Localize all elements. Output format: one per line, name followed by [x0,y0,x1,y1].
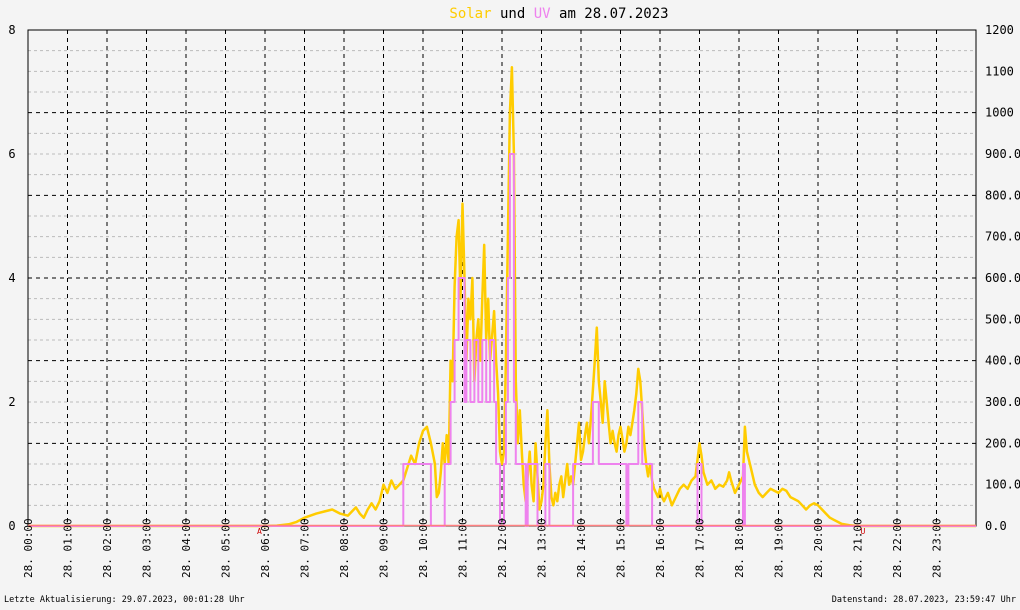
title-rest: am 28.07.2023 [559,6,669,22]
y-left-tick-label: 4 [8,271,15,285]
chart-title: Solar und UV am 28.07.2023 [449,6,668,22]
y-right-tick-label: 600.0 [985,271,1020,285]
y-left-tick-label: 2 [8,395,15,409]
x-tick-label: 28. 07:00 [299,518,312,578]
footer-right: Datenstand: 28.07.2023, 23:59:47 Uhr [832,595,1016,605]
x-tick-label: 28. 01:00 [62,518,75,578]
x-tick-label: 28. 15:00 [615,518,628,578]
x-tick-label: 28. 18:00 [733,518,746,578]
y-left-tick-label: 8 [8,23,15,37]
x-tick-label: 28. 20:00 [812,518,825,578]
y-right-tick-label: 1100 [985,64,1014,78]
x-tick-label: 28. 17:00 [694,518,707,578]
y-right-tick-label: 1200 [985,23,1014,37]
solar-uv-chart: Solar und UV am 28.07.2023 0 2 4 6 8 0.0 100.0… [0,0,1020,606]
x-tick-label: 28. 04:00 [180,518,193,578]
sunset-marker: U [861,527,866,536]
title-uv: UV [534,6,551,22]
x-tick-label: 28. 12:00 [496,518,509,578]
y-right-tick-label: 400.0 [985,354,1020,368]
sunrise-marker: A [257,527,262,536]
x-tick-label: 28. 03:00 [141,518,154,578]
footer-left: Letzte Aktualisierung: 29.07.2023, 00:01… [4,595,245,605]
title-und: und [500,6,525,22]
x-tick-label: 28. 00:00 [22,518,35,578]
x-tick-label: 28. 08:00 [338,518,351,578]
x-tick-label: 28. 22:00 [891,518,904,578]
title-solar: Solar [449,6,491,22]
x-tick-label: 28. 11:00 [457,518,470,578]
y-right-tick-label: 500.0 [985,312,1020,326]
x-tick-label: 28. 09:00 [378,518,391,578]
y-right-tick-label: 100.0 [985,478,1020,492]
y-right-tick-label: 300.0 [985,395,1020,409]
y-right-tick-label: 0.0 [985,519,1007,533]
x-tick-label: 28. 02:00 [101,518,114,578]
x-tick-label: 28. 13:00 [536,518,549,578]
x-tick-label: 28. 14:00 [575,518,588,578]
y-left-tick-label: 6 [8,147,15,161]
x-tick-label: 28. 19:00 [773,518,786,578]
x-tick-label: 28. 10:00 [417,518,430,578]
x-tick-label: 28. 05:00 [220,518,233,578]
x-tick-label: 28. 23:00 [931,518,944,578]
y-right-tick-label: 800.0 [985,188,1020,202]
chart-container: Solar und UV am 28.07.2023 0 2 4 6 8 0.0 100.0… [0,0,1020,606]
y-right-tick-label: 900.0 [985,147,1020,161]
y-right-tick-label: 200.0 [985,436,1020,450]
y-right-tick-label: 1000 [985,106,1014,120]
y-right-tick-label: 700.0 [985,230,1020,244]
y-left-tick-label: 0 [8,519,15,533]
x-tick-label: 28. 16:00 [654,518,667,578]
